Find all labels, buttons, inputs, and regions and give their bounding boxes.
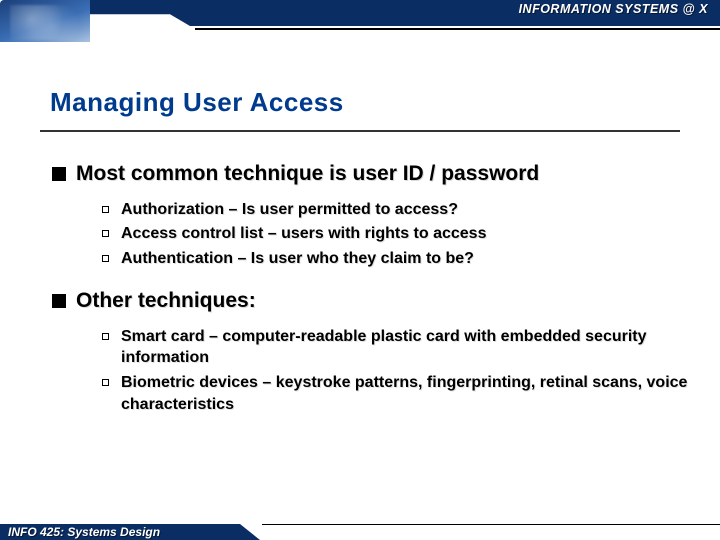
bullet-level1: Other techniques: xyxy=(52,287,690,314)
sub-bullet-text: Authentication – Is user who they claim … xyxy=(121,248,474,270)
sub-bullet-text: Access control list – users with rights … xyxy=(121,223,486,245)
slide-title: Managing User Access xyxy=(50,87,680,118)
bullet-level2: Biometric devices – keystroke patterns, … xyxy=(102,372,690,415)
program-label: INFORMATION SYSTEMS @ X xyxy=(519,2,708,16)
bullet-level1: Most common technique is user ID / passw… xyxy=(52,160,690,187)
header-divider xyxy=(195,28,720,30)
bullet-text: Most common technique is user ID / passw… xyxy=(76,160,539,187)
hollow-square-bullet-icon xyxy=(102,255,109,262)
sub-bullet-text: Authorization – Is user permitted to acc… xyxy=(121,199,458,221)
bullet-level2: Access control list – users with rights … xyxy=(102,223,690,245)
hollow-square-bullet-icon xyxy=(102,379,109,386)
slide: INFORMATION SYSTEMS @ X Managing User Ac… xyxy=(0,0,720,540)
hollow-square-bullet-icon xyxy=(102,206,109,213)
hollow-square-bullet-icon xyxy=(102,333,109,340)
sub-bullet-list: Authorization – Is user permitted to acc… xyxy=(52,193,690,287)
bullet-text: Other techniques: xyxy=(76,287,256,314)
sub-bullet-text: Smart card – computer-readable plastic c… xyxy=(121,326,690,369)
footer-divider xyxy=(262,524,720,526)
bullet-level2: Smart card – computer-readable plastic c… xyxy=(102,326,690,369)
square-bullet-icon xyxy=(52,167,66,181)
square-bullet-icon xyxy=(52,294,66,308)
course-label: INFO 425: Systems Design xyxy=(8,524,160,540)
header: INFORMATION SYSTEMS @ X xyxy=(0,0,720,42)
title-underline xyxy=(40,130,680,132)
header-photo xyxy=(0,0,90,42)
body: Most common technique is user ID / passw… xyxy=(0,142,720,433)
sub-bullet-list: Smart card – computer-readable plastic c… xyxy=(52,320,690,432)
title-area: Managing User Access xyxy=(0,42,720,142)
hollow-square-bullet-icon xyxy=(102,230,109,237)
sub-bullet-text: Biometric devices – keystroke patterns, … xyxy=(121,372,690,415)
bullet-level2: Authentication – Is user who they claim … xyxy=(102,248,690,270)
footer: INFO 425: Systems Design xyxy=(0,518,720,540)
bullet-level2: Authorization – Is user permitted to acc… xyxy=(102,199,690,221)
